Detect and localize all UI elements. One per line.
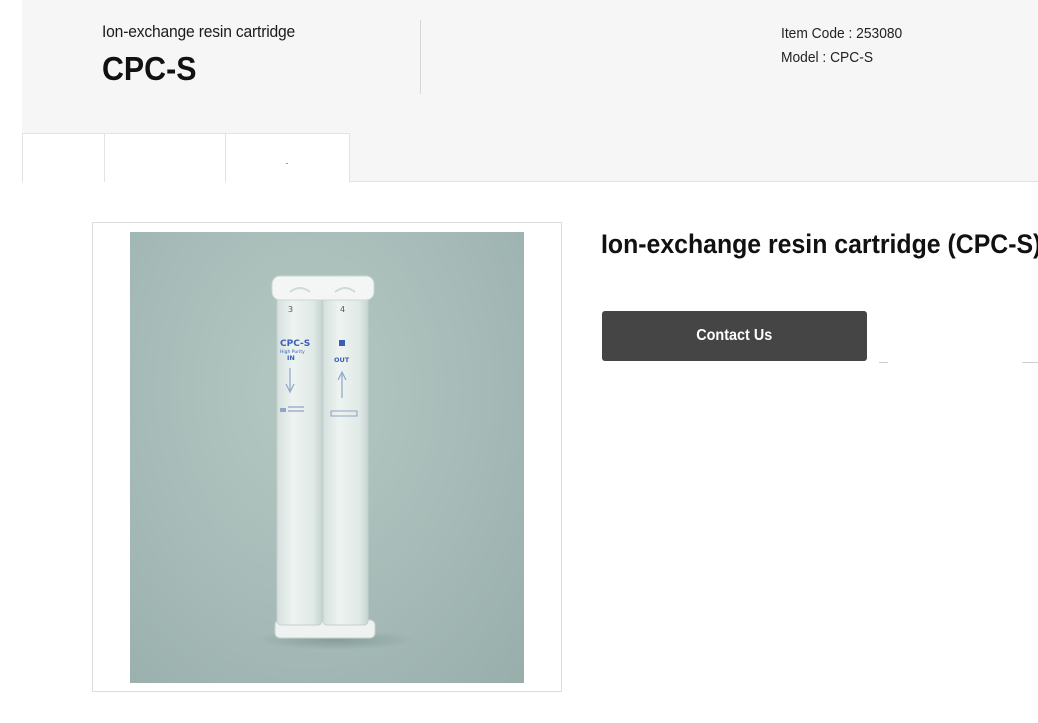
right-cartridge-tube bbox=[322, 279, 369, 626]
cartridge-illustration: 3 4 CPC-S High Purity IN OUT bbox=[255, 275, 415, 650]
product-image-frame: 3 4 CPC-S High Purity IN OUT bbox=[92, 222, 562, 692]
left-tag-icon bbox=[280, 408, 286, 412]
left-number: 3 bbox=[288, 305, 293, 314]
product-subtitle: Ion-exchange resin cartridge bbox=[102, 22, 296, 41]
product-meta: Item Code : 253080 Model : CPC-S bbox=[781, 22, 902, 70]
tab-bar bbox=[22, 133, 350, 182]
model-number: Model : CPC-S bbox=[781, 49, 874, 66]
contact-us-label: Contact Us bbox=[696, 327, 773, 344]
page-title: CPC-S bbox=[102, 50, 197, 87]
product-heading: Ion-exchange resin cartridge (CPC-S) bbox=[601, 229, 1038, 259]
tab-2[interactable] bbox=[105, 133, 226, 182]
header-divider bbox=[420, 20, 421, 94]
tab-3-marker bbox=[286, 163, 288, 164]
right-badge-icon bbox=[339, 340, 345, 346]
outlet-label: OUT bbox=[334, 356, 350, 364]
product-photo: 3 4 CPC-S High Purity IN OUT bbox=[130, 232, 524, 683]
contact-us-button[interactable]: Contact Us bbox=[602, 311, 867, 361]
tab-1[interactable] bbox=[22, 133, 105, 182]
left-cartridge-label: CPC-S bbox=[280, 339, 310, 349]
tab-3[interactable] bbox=[226, 133, 350, 182]
cartridge-cap bbox=[271, 275, 375, 301]
left-cartridge-tube bbox=[276, 279, 323, 626]
item-code: Item Code : 253080 bbox=[781, 25, 903, 42]
inlet-label: IN bbox=[287, 354, 295, 362]
product-header: Ion-exchange resin cartridge CPC-S Item … bbox=[22, 0, 1038, 182]
divider-line bbox=[1022, 362, 1038, 363]
divider-line bbox=[879, 362, 888, 363]
right-number: 4 bbox=[340, 305, 345, 314]
